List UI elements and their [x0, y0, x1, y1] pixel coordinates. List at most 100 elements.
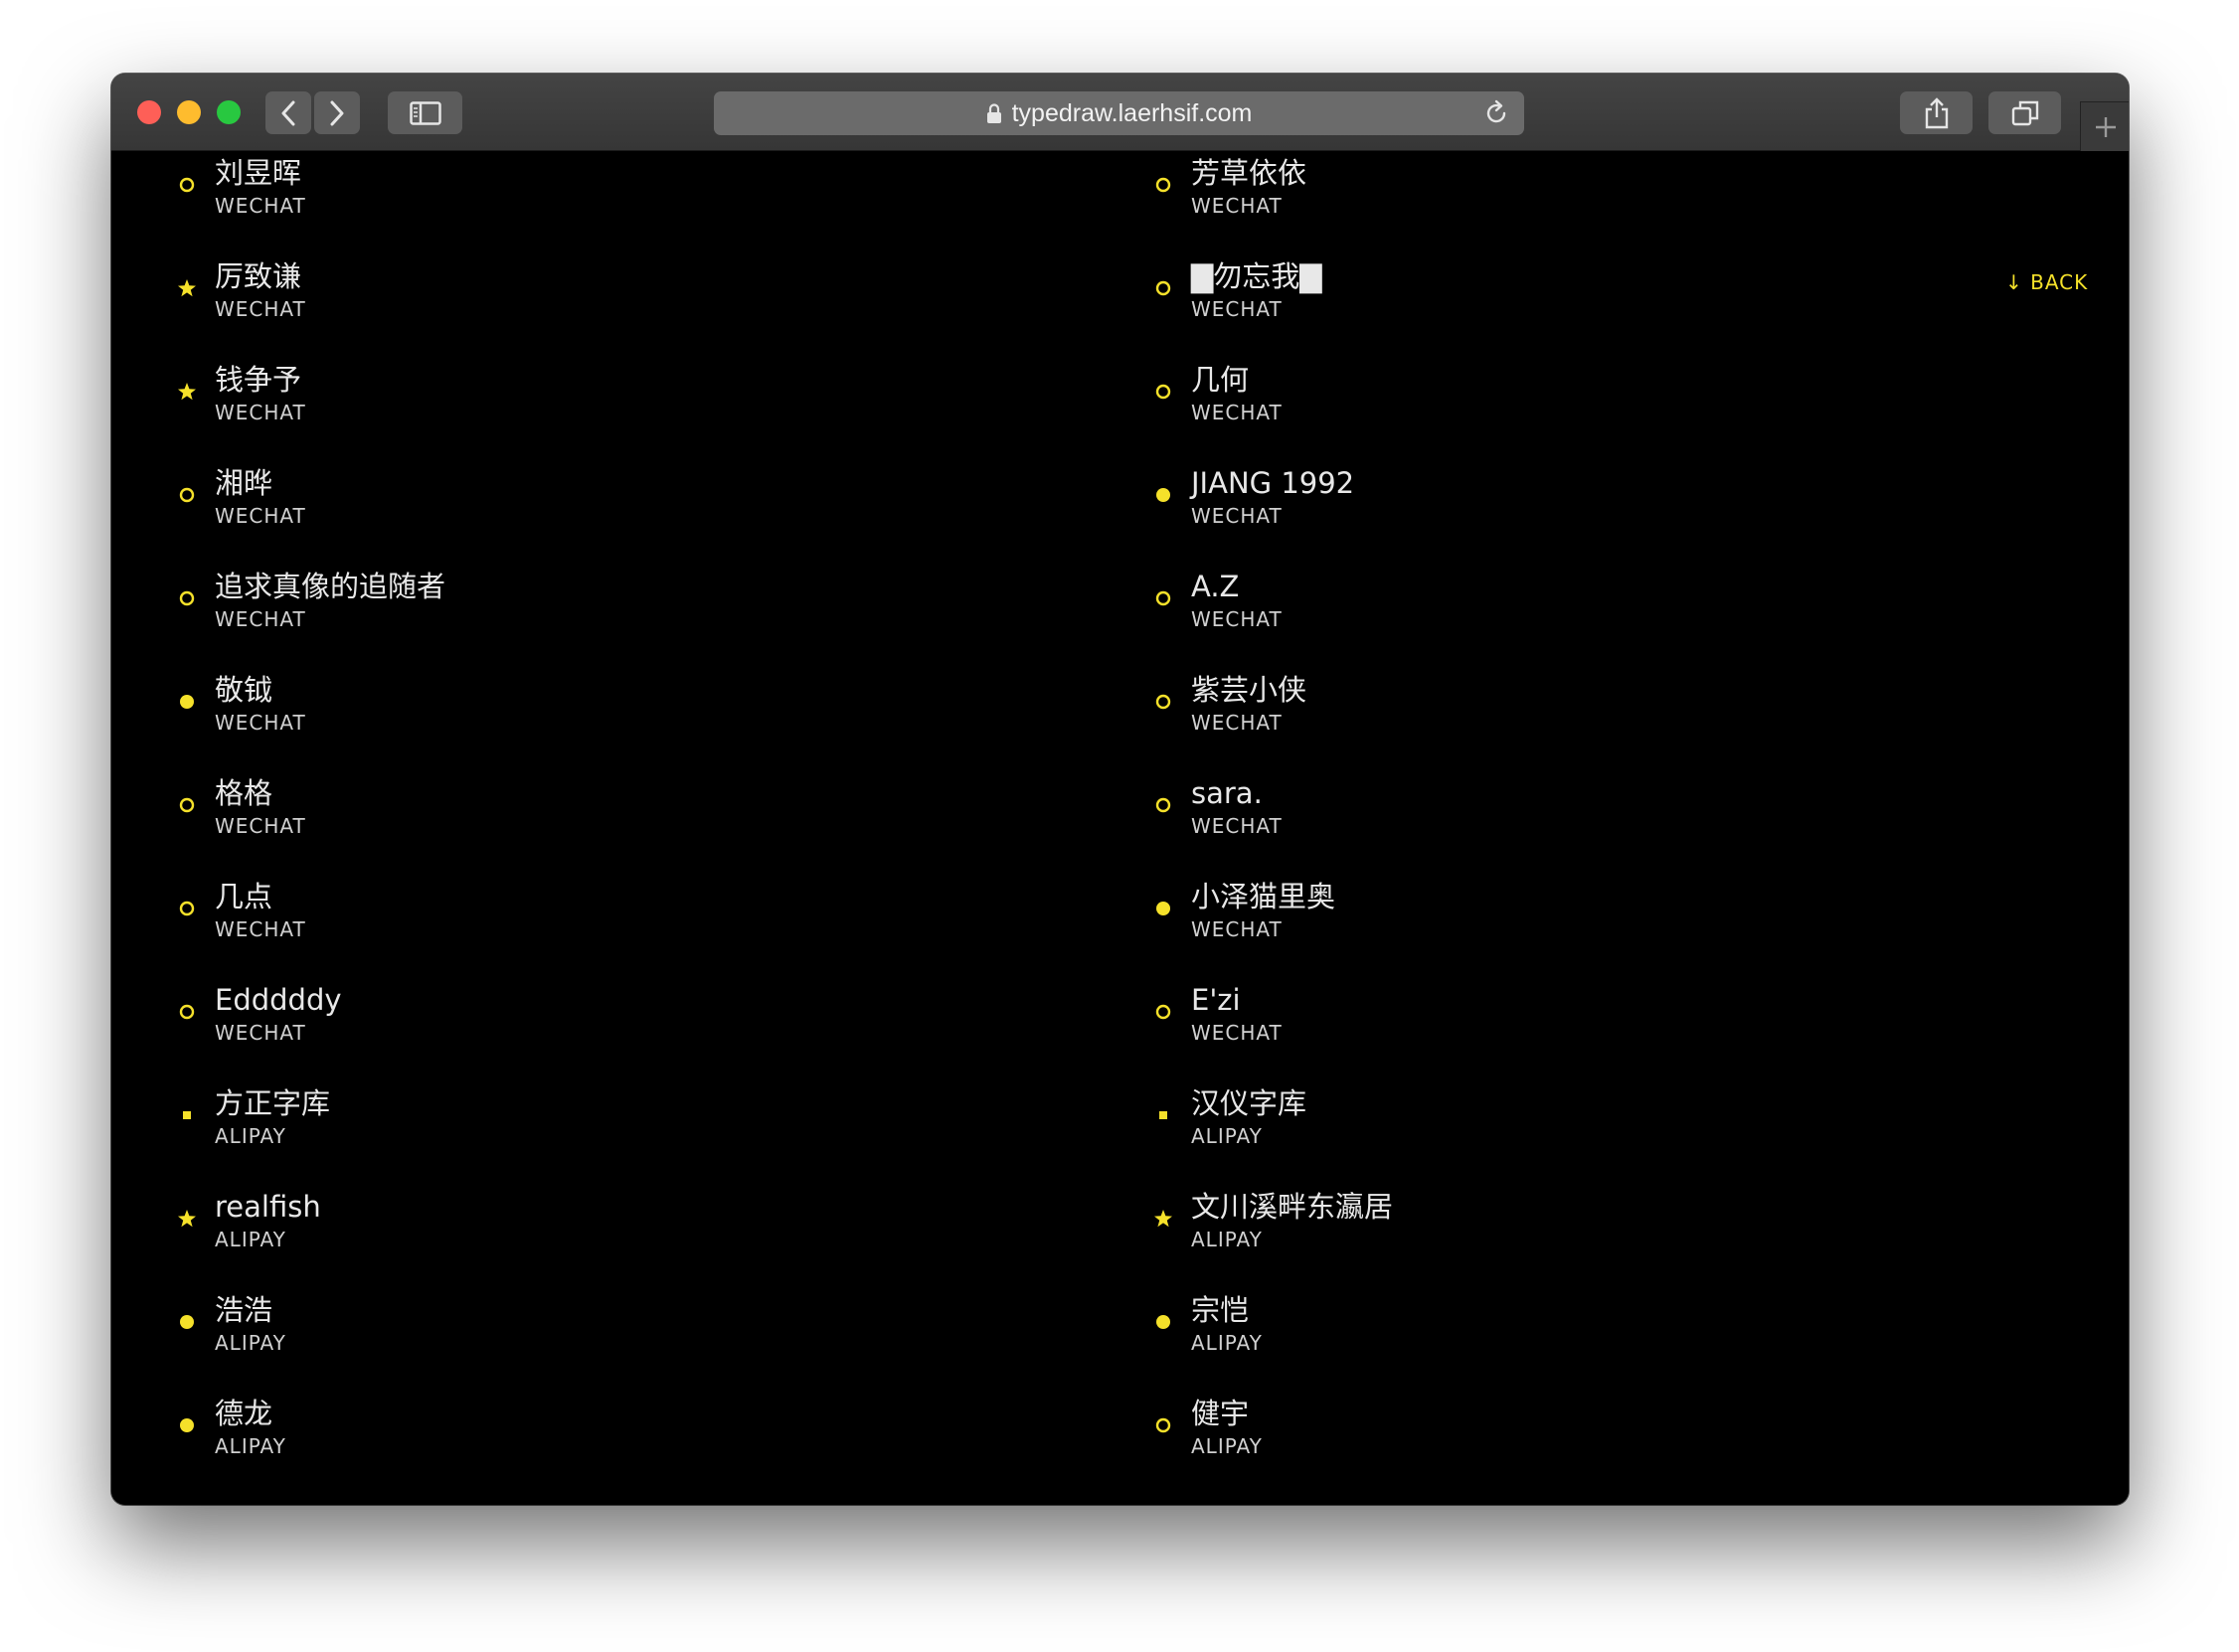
chevron-left-icon: [281, 100, 295, 125]
sponsor-name: E'zi: [1191, 983, 1241, 1017]
sponsor-platform: WECHAT: [215, 297, 306, 321]
sponsor-name: 敬钺: [215, 673, 273, 707]
list-item: 刘昱晖 WECHAT: [175, 151, 1070, 250]
sponsor-platform: WECHAT: [1191, 711, 1283, 735]
sponsor-platform: WECHAT: [215, 917, 306, 941]
sponsor-platform: WECHAT: [215, 504, 306, 528]
list-item: 敬钺 WECHAT: [175, 668, 1070, 767]
sponsor-name: realfish: [215, 1190, 321, 1224]
sponsor-platform: WECHAT: [1191, 504, 1283, 528]
tabs-overview-button[interactable]: [1988, 91, 2061, 134]
list-item: E'zi WECHAT: [1151, 978, 2046, 1077]
sponsor-name: 几何: [1191, 363, 1250, 397]
sponsor-name: 健宇: [1191, 1397, 1250, 1430]
sponsor-name: 格格: [215, 776, 273, 810]
ring-marker-icon: [175, 1000, 199, 1024]
sponsor-platform: WECHAT: [1191, 297, 1283, 321]
back-link[interactable]: ↓ BACK: [2005, 270, 2088, 294]
sponsor-platform: ALIPAY: [215, 1124, 286, 1148]
share-icon: [1925, 96, 1948, 128]
sponsor-platform: WECHAT: [215, 607, 306, 631]
zoom-window-button[interactable]: [217, 100, 241, 124]
sponsor-name: Edddddy: [215, 983, 342, 1017]
ring-marker-icon: [175, 793, 199, 817]
list-item: 汉仪字库 ALIPAY: [1151, 1081, 2046, 1181]
dot-marker-icon: [1151, 483, 1175, 507]
list-item: 几何 WECHAT: [1151, 358, 2046, 457]
sponsor-name: A.Z: [1191, 570, 1240, 603]
address-bar[interactable]: typedraw.laerhsif.com: [714, 91, 1524, 135]
ring-marker-icon: [1151, 793, 1175, 817]
sponsor-platform: ALIPAY: [1191, 1331, 1263, 1355]
forward-button[interactable]: [314, 91, 360, 134]
sponsor-platform: WECHAT: [215, 1021, 306, 1045]
sponsor-platform: WECHAT: [1191, 401, 1283, 424]
ring-marker-icon: [1151, 276, 1175, 300]
back-button[interactable]: [265, 91, 311, 134]
sponsor-name: 文川溪畔东瀛居: [1191, 1190, 1394, 1224]
sponsor-name: 追求真像的追随者: [215, 570, 446, 603]
sponsor-platform: WECHAT: [215, 814, 306, 838]
list-item: 格格 WECHAT: [175, 771, 1070, 871]
sponsor-name: 宗恺: [1191, 1293, 1250, 1327]
list-item: 文川溪畔东瀛居 ALIPAY: [1151, 1185, 2046, 1284]
dot-marker-icon: [175, 1413, 199, 1437]
list-item: A.Z WECHAT: [1151, 565, 2046, 664]
list-item: Edddddy WECHAT: [175, 978, 1070, 1077]
sponsor-name: 方正字库: [215, 1086, 331, 1120]
list-item: 厉致谦 WECHAT: [175, 254, 1070, 354]
list-item: realfish ALIPAY: [175, 1185, 1070, 1284]
sponsor-name: JIANG 1992: [1191, 466, 1355, 500]
square-marker-icon: [1151, 1103, 1175, 1127]
ring-marker-icon: [175, 173, 199, 197]
chevron-right-icon: [330, 100, 344, 125]
sponsor-platform: ALIPAY: [215, 1331, 286, 1355]
sponsor-name: 汉仪字库: [1191, 1086, 1307, 1120]
share-button[interactable]: [1900, 91, 1973, 134]
star-marker-icon: [175, 276, 199, 300]
reload-icon[interactable]: [1482, 99, 1510, 127]
sponsor-name: ▇勿忘我▇: [1191, 259, 1322, 293]
list-item: 德龙 ALIPAY: [175, 1392, 1070, 1491]
list-item: 芳草依依 WECHAT: [1151, 151, 2046, 250]
dot-marker-icon: [1151, 897, 1175, 920]
ring-marker-icon: [1151, 173, 1175, 197]
sponsor-platform: ALIPAY: [1191, 1228, 1263, 1251]
sponsor-platform: WECHAT: [215, 401, 306, 424]
sponsor-platform: WECHAT: [215, 711, 306, 735]
ring-marker-icon: [1151, 380, 1175, 404]
sponsor-platform: ALIPAY: [1191, 1124, 1263, 1148]
list-item: JIANG 1992 WECHAT: [1151, 461, 2046, 561]
list-item: 小泽猫里奥 WECHAT: [1151, 875, 2046, 974]
list-item: 钱争予 WECHAT: [175, 358, 1070, 457]
list-item: sara. WECHAT: [1151, 771, 2046, 871]
list-item: 方正字库 ALIPAY: [175, 1081, 1070, 1181]
sponsor-name: 湘晔: [215, 466, 273, 500]
sponsor-name: 几点: [215, 880, 273, 913]
star-marker-icon: [175, 1207, 199, 1231]
sponsor-platform: WECHAT: [1191, 607, 1283, 631]
sponsor-name: 德龙: [215, 1397, 273, 1430]
minimize-window-button[interactable]: [177, 100, 201, 124]
sponsor-platform: ALIPAY: [215, 1228, 286, 1251]
sponsor-platform: ALIPAY: [1191, 1434, 1263, 1458]
new-tab-button[interactable]: [2080, 101, 2129, 151]
close-window-button[interactable]: [137, 100, 161, 124]
sponsor-name: 浩浩: [215, 1293, 273, 1327]
page-content: 刘昱晖 WECHAT 厉致谦 WECHAT 钱争予 WECHAT 湘晔 WECHAT 追求真像的…: [111, 151, 2129, 1505]
list-item: 宗恺 ALIPAY: [1151, 1288, 2046, 1388]
ring-marker-icon: [1151, 586, 1175, 610]
dot-marker-icon: [1151, 1310, 1175, 1334]
sponsor-name: 厉致谦: [215, 259, 302, 293]
sponsor-platform: WECHAT: [1191, 917, 1283, 941]
sponsor-name: sara.: [1191, 776, 1263, 810]
browser-toolbar: typedraw.laerhsif.com: [111, 74, 2129, 151]
sponsor-platform: WECHAT: [1191, 814, 1283, 838]
sponsor-platform: WECHAT: [215, 194, 306, 218]
plus-icon: [2095, 116, 2116, 137]
list-item: 紫芸小侠 WECHAT: [1151, 668, 2046, 767]
url-text: typedraw.laerhsif.com: [1011, 98, 1253, 127]
sidebar-toggle-button[interactable]: [388, 91, 462, 134]
sponsor-platform: ALIPAY: [215, 1434, 286, 1458]
list-item: 几点 WECHAT: [175, 875, 1070, 974]
